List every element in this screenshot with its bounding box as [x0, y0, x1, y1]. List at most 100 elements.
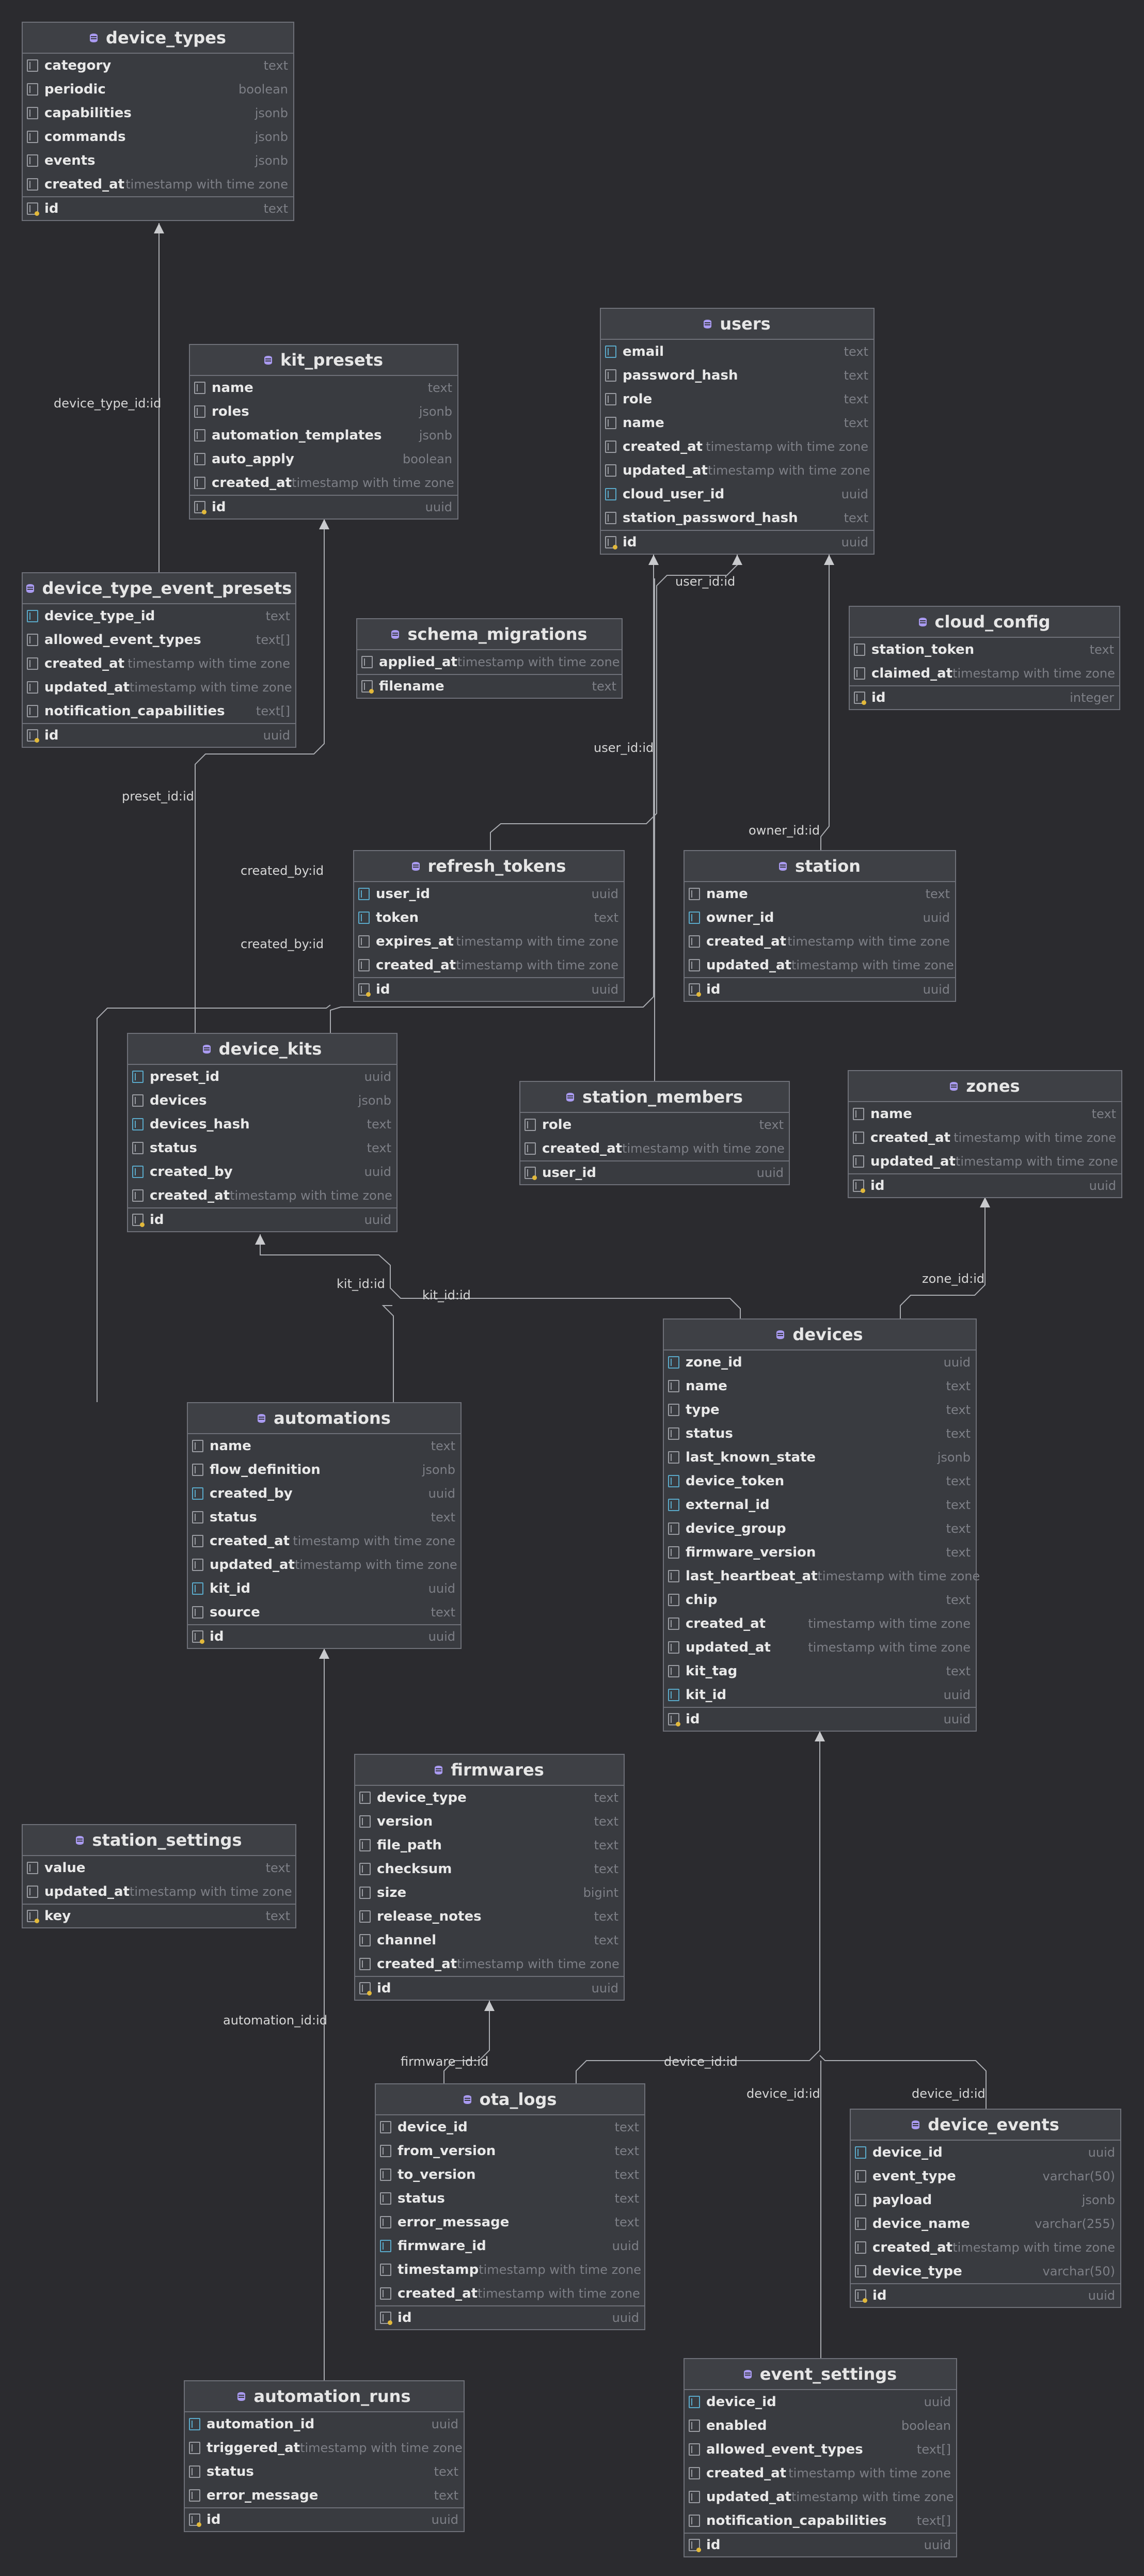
column-row[interactable]: size bigint [355, 1881, 624, 1905]
table-header[interactable]: device_type_event_presets [23, 573, 295, 604]
column-row[interactable]: preset_id uuid [128, 1065, 396, 1089]
column-row[interactable]: email text [601, 340, 873, 364]
table-device-events[interactable]: device_events device_id uuid event_type varc… [850, 2109, 1121, 2308]
table-users[interactable]: users email text password_hash text role text n… [600, 308, 875, 555]
column-row[interactable]: created_at timestamp with time zone [23, 172, 293, 196]
table-header[interactable]: kit_presets [190, 345, 457, 376]
column-row[interactable]: periodic boolean [23, 77, 293, 101]
column-row[interactable]: device_name varchar(255) [851, 2212, 1120, 2236]
column-row[interactable]: created_at timestamp with time zone [188, 1529, 460, 1553]
table-zones[interactable]: zones name text created_at timestamp with ti… [848, 1070, 1122, 1198]
column-row[interactable]: applied_at timestamp with time zone [357, 650, 622, 674]
column-row[interactable]: roles jsonb [190, 400, 457, 423]
column-row[interactable]: token text [354, 906, 624, 930]
column-row[interactable]: id uuid [851, 2283, 1120, 2307]
table-cloud-config[interactable]: cloud_config station_token text claimed_at t… [849, 606, 1120, 710]
column-row[interactable]: created_at timestamp with time zone [355, 1952, 624, 1976]
column-row[interactable]: type text [664, 1398, 976, 1422]
column-row[interactable]: created_at timestamp with time zone [664, 1612, 976, 1636]
column-row[interactable]: created_at timestamp with time zone [685, 930, 955, 953]
table-header[interactable]: schema_migrations [357, 619, 622, 650]
column-row[interactable]: notification_capabilities text[] [685, 2509, 956, 2533]
column-row[interactable]: automation_templates jsonb [190, 423, 457, 447]
column-row[interactable]: filename text [357, 674, 622, 698]
table-event-settings[interactable]: event_settings device_id uuid enabled boolea… [684, 2358, 957, 2557]
column-row[interactable]: firmware_id uuid [376, 2234, 644, 2258]
column-row[interactable]: id uuid [601, 530, 873, 554]
column-row[interactable]: chip text [664, 1588, 976, 1612]
column-row[interactable]: expires_at timestamp with time zone [354, 930, 624, 953]
column-row[interactable]: kit_tag text [664, 1659, 976, 1683]
column-row[interactable]: created_at timestamp with time zone [128, 1184, 396, 1207]
column-row[interactable]: checksum text [355, 1857, 624, 1881]
column-row[interactable]: status text [664, 1422, 976, 1446]
column-row[interactable]: created_at timestamp with time zone [849, 1126, 1121, 1150]
column-row[interactable]: created_at timestamp with time zone [23, 652, 295, 676]
column-row[interactable]: device_type text [355, 1786, 624, 1810]
table-header[interactable]: zones [849, 1071, 1121, 1102]
table-header[interactable]: station_members [520, 1082, 789, 1113]
column-row[interactable]: user_id uuid [520, 1160, 789, 1184]
table-ota-logs[interactable]: ota_logs device_id text from_version text to_… [375, 2083, 645, 2330]
column-row[interactable]: source text [188, 1600, 460, 1624]
table-header[interactable]: cloud_config [850, 607, 1119, 638]
column-row[interactable]: commands jsonb [23, 125, 293, 149]
column-row[interactable]: enabled boolean [685, 2414, 956, 2438]
table-firmwares[interactable]: firmwares device_type text version text file_… [354, 1754, 625, 2001]
column-row[interactable]: updated_at timestamp with time zone [23, 676, 295, 699]
table-automations[interactable]: automations name text flow_definition jsonb c… [187, 1402, 462, 1649]
column-row[interactable]: name text [664, 1374, 976, 1398]
table-header[interactable]: device_types [23, 23, 293, 54]
column-row[interactable]: user_id uuid [354, 882, 624, 906]
column-row[interactable]: payload jsonb [851, 2188, 1120, 2212]
column-row[interactable]: created_by uuid [188, 1482, 460, 1505]
column-row[interactable]: kit_id uuid [188, 1577, 460, 1600]
table-header[interactable]: device_events [851, 2110, 1120, 2141]
column-row[interactable]: updated_at timestamp with time zone [23, 1880, 295, 1904]
table-station[interactable]: station name text owner_id uuid created_at tim… [684, 850, 956, 1002]
column-row[interactable]: id integer [850, 685, 1119, 709]
column-row[interactable]: name text [601, 411, 873, 435]
column-row[interactable]: owner_id uuid [685, 906, 955, 930]
column-row[interactable]: category text [23, 54, 293, 77]
column-row[interactable]: kit_id uuid [664, 1683, 976, 1707]
column-row[interactable]: id uuid [685, 977, 955, 1001]
table-header[interactable]: firmwares [355, 1755, 624, 1786]
column-row[interactable]: devices jsonb [128, 1089, 396, 1112]
column-row[interactable]: password_hash text [601, 364, 873, 387]
table-schema-migrations[interactable]: schema_migrations applied_at timestamp wit… [356, 618, 623, 699]
column-row[interactable]: status text [128, 1136, 396, 1160]
column-row[interactable]: error_message text [376, 2210, 644, 2234]
column-row[interactable]: event_type varchar(50) [851, 2164, 1120, 2188]
column-row[interactable]: updated_at timestamp with time zone [685, 2485, 956, 2509]
table-station-members[interactable]: station_members role text created_at timesta… [519, 1081, 790, 1185]
table-device-type-event-presets[interactable]: device_type_event_presets device_type_id t… [22, 572, 296, 748]
table-station-settings[interactable]: station_settings value text updated_at times… [22, 1824, 296, 1928]
column-row[interactable]: triggered_at timestamp with time zone [185, 2436, 464, 2460]
column-row[interactable]: key text [23, 1904, 295, 1927]
column-row[interactable]: status text [185, 2460, 464, 2484]
table-devices[interactable]: devices zone_id uuid name text type text status… [663, 1318, 980, 1732]
column-row[interactable]: id uuid [664, 1707, 976, 1731]
column-row[interactable]: file_path text [355, 1833, 624, 1857]
column-row[interactable]: status text [188, 1505, 460, 1529]
table-header[interactable]: automation_runs [185, 2381, 464, 2412]
column-row[interactable]: error_message text [185, 2484, 464, 2507]
column-row[interactable]: last_known_state jsonb [664, 1446, 976, 1469]
column-row[interactable]: device_token text [664, 1469, 976, 1493]
column-row[interactable]: updated_at timestamp with time zone [664, 1636, 976, 1659]
column-row[interactable]: id uuid [128, 1207, 396, 1231]
table-device-types[interactable]: device_types category text periodic boolean c… [22, 22, 294, 221]
column-row[interactable]: device_id text [376, 2115, 644, 2139]
column-row[interactable]: device_type varchar(50) [851, 2259, 1120, 2283]
column-row[interactable]: external_id text [664, 1493, 976, 1517]
column-row[interactable]: timestamp timestamp with time zone [376, 2258, 644, 2282]
table-header[interactable]: station_settings [23, 1825, 295, 1856]
column-row[interactable]: automation_id uuid [185, 2412, 464, 2436]
column-row[interactable]: device_id uuid [685, 2390, 956, 2414]
column-row[interactable]: id uuid [685, 2533, 956, 2556]
column-row[interactable]: station_token text [850, 638, 1119, 662]
column-row[interactable]: created_at timestamp with time zone [601, 435, 873, 459]
column-row[interactable]: created_by uuid [128, 1160, 396, 1184]
table-kit-presets[interactable]: kit_presets name text roles jsonb automation_… [189, 344, 458, 520]
